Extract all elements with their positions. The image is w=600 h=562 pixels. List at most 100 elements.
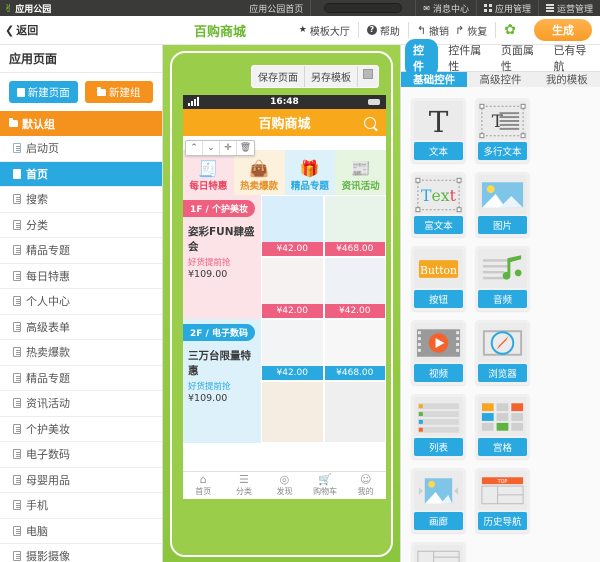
save-page-button[interactable]: 保存页面 xyxy=(252,66,305,87)
panel-subtab[interactable]: 高级控件 xyxy=(467,72,533,87)
back-button[interactable]: ❮ 返回 xyxy=(0,22,38,38)
widget-按钮[interactable]: Button 按钮 xyxy=(411,246,466,311)
tabbar-label: 购物车 xyxy=(313,487,338,496)
product-card[interactable]: ¥42.00 xyxy=(261,319,324,381)
delete-element-button[interactable]: 🗑 xyxy=(237,141,254,155)
widget-标签导航[interactable]: 1234标签导航 xyxy=(411,542,466,562)
widget-音频[interactable]: 音频 xyxy=(475,246,530,311)
product-card[interactable] xyxy=(261,381,324,443)
sidebar-page-item[interactable]: 每日特惠 xyxy=(0,264,162,289)
list-icon xyxy=(414,397,463,436)
product-card[interactable]: ¥42.00 xyxy=(261,195,324,257)
category-item[interactable]: 🎁 精品专题 xyxy=(284,150,336,195)
tabbar-item[interactable]: ◎ 发现 xyxy=(264,472,305,499)
sidebar-page-item[interactable]: 精品专题 xyxy=(0,366,162,391)
sidebar-page-label: 高级表单 xyxy=(26,320,70,334)
widget-label: 历史导航 xyxy=(478,512,527,530)
sidebar-page-item[interactable]: 母婴用品 xyxy=(0,468,162,493)
product-card[interactable]: ¥42.00 xyxy=(323,257,386,319)
new-group-button[interactable]: 新建组 xyxy=(84,81,153,103)
tabbar-label: 分类 xyxy=(235,487,252,496)
product-image xyxy=(324,382,385,442)
floor-banner[interactable]: 2F / 电子数码 三万台限量特惠 好货提前抢 ¥109.00 xyxy=(183,319,261,443)
widget-历史导航[interactable]: TOP 历史导航 xyxy=(475,468,530,533)
preview-button[interactable] xyxy=(358,66,378,87)
product-card[interactable]: ¥468.00 xyxy=(323,195,386,257)
topbar-item-ops-manage[interactable]: 运营管理 xyxy=(537,0,600,16)
topbar-item-home[interactable]: 应用公园首页 xyxy=(242,0,310,16)
tabbar-item[interactable]: ☺ 我的 xyxy=(345,472,386,499)
page-icon xyxy=(13,321,21,332)
discover-icon: ◎ xyxy=(279,473,290,486)
logo-mark-icon: ✌ xyxy=(4,1,13,15)
topbar-item-messages[interactable]: ✉ 消息中心 xyxy=(415,0,476,16)
search-icon[interactable] xyxy=(364,116,376,129)
widget-文本[interactable]: T 文本 xyxy=(411,98,466,163)
product-image xyxy=(262,258,323,304)
sidebar-page-item[interactable]: 电子数码 xyxy=(0,442,162,468)
category-item[interactable]: 📰 资讯活动 xyxy=(335,150,386,195)
widget-图片[interactable]: 图片 xyxy=(475,172,530,237)
canvas-area: 保存页面 另存模板 16:48 百购商城 ⌃ ⌄ ✛ 🗑 🧾 每日特惠 👜 热卖… xyxy=(163,45,400,562)
help-button[interactable]: ? 帮助 xyxy=(359,22,409,38)
widgets-panel-subtabs: 基础控件 高级控件 我的模板 xyxy=(401,72,600,87)
sidebar-page-item[interactable]: 启动页 xyxy=(0,136,162,162)
category-label: 资讯活动 xyxy=(341,181,380,192)
topbar-search-input[interactable] xyxy=(324,3,403,13)
gear-icon: ✿ xyxy=(504,22,516,38)
widget-富文本[interactable]: Text 富文本 xyxy=(411,172,466,237)
sidebar-page-item[interactable]: 个护美妆 xyxy=(0,417,162,442)
widget-画廊[interactable]: 画廊 xyxy=(411,468,466,533)
status-time: 16:48 xyxy=(270,97,299,107)
product-card[interactable]: ¥42.00 xyxy=(261,257,324,319)
page-group-default[interactable]: 默认组 xyxy=(0,111,162,136)
undo-button[interactable]: ↰ 撤销 xyxy=(409,22,452,38)
site-logo[interactable]: ✌ 应用公园 xyxy=(0,2,51,15)
topbar-search-wrap[interactable] xyxy=(310,0,415,16)
topbar-item-app-manage[interactable]: 应用管理 xyxy=(475,0,538,16)
sidebar-page-item[interactable]: 搜索 xyxy=(0,187,162,213)
sidebar-page-item[interactable]: 摄影摄像 xyxy=(0,544,162,562)
widget-列表[interactable]: 列表 xyxy=(411,394,466,459)
settings-button[interactable]: ✿ xyxy=(496,22,524,38)
widgets-panel: 控件 控件属性 页面属性 已有导航 基础控件 高级控件 我的模板 T 文本 T 多行文本 Text… xyxy=(400,39,600,562)
sidebar-page-item[interactable]: 手机 xyxy=(0,493,162,519)
sidebar-page-item[interactable]: 分类 xyxy=(0,213,162,238)
page-icon xyxy=(13,194,21,205)
new-page-button[interactable]: 新建页面 xyxy=(9,81,78,103)
product-image xyxy=(324,196,385,242)
sidebar-page-label: 精品专题 xyxy=(26,244,70,258)
sidebar-page-item[interactable]: 首页 xyxy=(0,161,162,187)
sidebar-page-item[interactable]: 高级表单 xyxy=(0,315,162,340)
save-template-button[interactable]: 另存模板 xyxy=(305,66,358,87)
cart-icon: 🛒 xyxy=(318,473,332,486)
add-element-button[interactable]: ✛ xyxy=(220,141,237,155)
product-card[interactable]: ¥468.00 xyxy=(323,319,386,381)
page-icon xyxy=(13,525,21,536)
redo-button[interactable]: ↱ 恢复 xyxy=(452,22,497,38)
widget-宫格[interactable]: 宫格 xyxy=(475,394,530,459)
widget-多行文本[interactable]: T 多行文本 xyxy=(475,98,530,163)
widget-视频[interactable]: 视频 xyxy=(411,320,466,385)
move-up-button[interactable]: ⌃ xyxy=(186,141,203,155)
product-card[interactable] xyxy=(323,381,386,443)
floor-banner[interactable]: 1F / 个护美妆 姿彩FUN肆盛会 好货提前抢 ¥109.00 xyxy=(183,195,261,319)
sidebar-page-item[interactable]: 个人中心 xyxy=(0,289,162,315)
category-item[interactable]: 👜 热卖爆款 xyxy=(233,150,285,195)
move-down-button[interactable]: ⌄ xyxy=(203,141,220,155)
sidebar-page-item[interactable]: 资讯活动 xyxy=(0,391,162,417)
generate-button[interactable]: 生成 xyxy=(534,19,592,41)
sidebar-page-item[interactable]: 电脑 xyxy=(0,519,162,544)
tabbar-item[interactable]: ⌂ 首页 xyxy=(183,472,224,499)
tabbar-item[interactable]: ☰ 分类 xyxy=(224,472,265,499)
widget-浏览器[interactable]: 浏览器 xyxy=(475,320,530,385)
template-hall-button[interactable]: ★ 模板大厅 xyxy=(291,22,359,38)
sidebar-page-item[interactable]: 精品专题 xyxy=(0,238,162,264)
category-item[interactable]: 🧾 每日特惠 xyxy=(183,150,234,195)
panel-subtab[interactable]: 基础控件 xyxy=(401,72,468,87)
floor-section[interactable]: 2F / 电子数码 三万台限量特惠 好货提前抢 ¥109.00 ¥42.00 ¥468.0… xyxy=(183,319,386,443)
tabbar-item[interactable]: 🛒 购物车 xyxy=(305,472,346,499)
floor-section[interactable]: 1F / 个护美妆 姿彩FUN肆盛会 好货提前抢 ¥109.00 ¥42.00 ¥468.… xyxy=(183,195,386,319)
panel-subtab[interactable]: 我的模板 xyxy=(534,72,600,87)
sidebar-page-item[interactable]: 热卖爆款 xyxy=(0,340,162,366)
